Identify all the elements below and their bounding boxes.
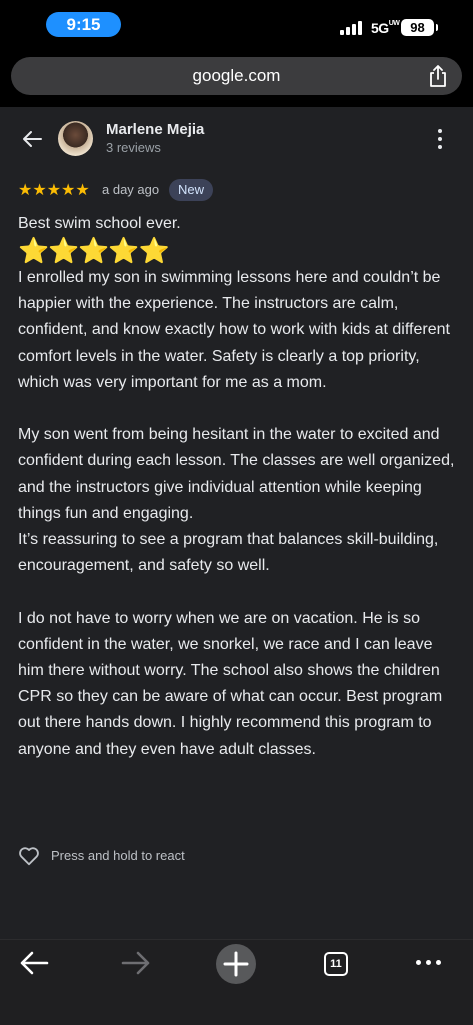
status-bar: 9:15 5GUW 98	[0, 0, 473, 50]
review-paragraph: I enrolled my son in swimming lessons he…	[18, 269, 450, 391]
more-options-icon[interactable]	[438, 129, 446, 151]
tab-switcher-button[interactable]: 11	[324, 952, 348, 976]
review-paragraph: I do not have to worry when we are on va…	[18, 609, 443, 758]
forward-arrow-icon	[121, 951, 150, 975]
more-menu-icon[interactable]	[414, 958, 444, 968]
review-page: Marlene Mejia 3 reviews ★★★★★ a day ago …	[0, 107, 473, 939]
emoji-stars: ⭐⭐⭐⭐⭐	[18, 237, 170, 265]
new-tab-button[interactable]	[216, 944, 256, 984]
status-time: 9:15	[46, 12, 121, 37]
battery-icon: 98	[401, 19, 438, 36]
address-bar-url[interactable]: google.com	[11, 57, 462, 95]
reviewer-name[interactable]: Marlene Mejia	[106, 121, 204, 138]
react-label: Press and hold to react	[51, 848, 185, 863]
posted-time: a day ago	[102, 182, 160, 197]
back-arrow-icon[interactable]	[18, 950, 50, 976]
cellular-signal-icon	[340, 20, 364, 35]
reviewer-review-count: 3 reviews	[106, 140, 161, 155]
network-type: 5GUW	[371, 20, 400, 36]
back-arrow-icon[interactable]	[22, 129, 42, 149]
plus-icon	[223, 951, 249, 977]
browser-toolbar: 11	[0, 939, 473, 1025]
review-paragraph: My son went from being hesitant in the w…	[18, 426, 455, 575]
browser-address-area: google.com	[0, 50, 473, 107]
star-rating: ★★★★★	[18, 182, 90, 199]
reviewer-avatar[interactable]	[58, 121, 93, 156]
new-badge: New	[169, 179, 214, 201]
open-tabs-count: 11	[324, 952, 348, 976]
review-text: I enrolled my son in swimming lessons he…	[18, 265, 458, 763]
review-title: Best swim school ever.	[18, 215, 181, 232]
heart-icon[interactable]	[18, 845, 40, 867]
address-bar[interactable]: google.com	[11, 57, 462, 95]
share-icon[interactable]	[428, 65, 448, 87]
